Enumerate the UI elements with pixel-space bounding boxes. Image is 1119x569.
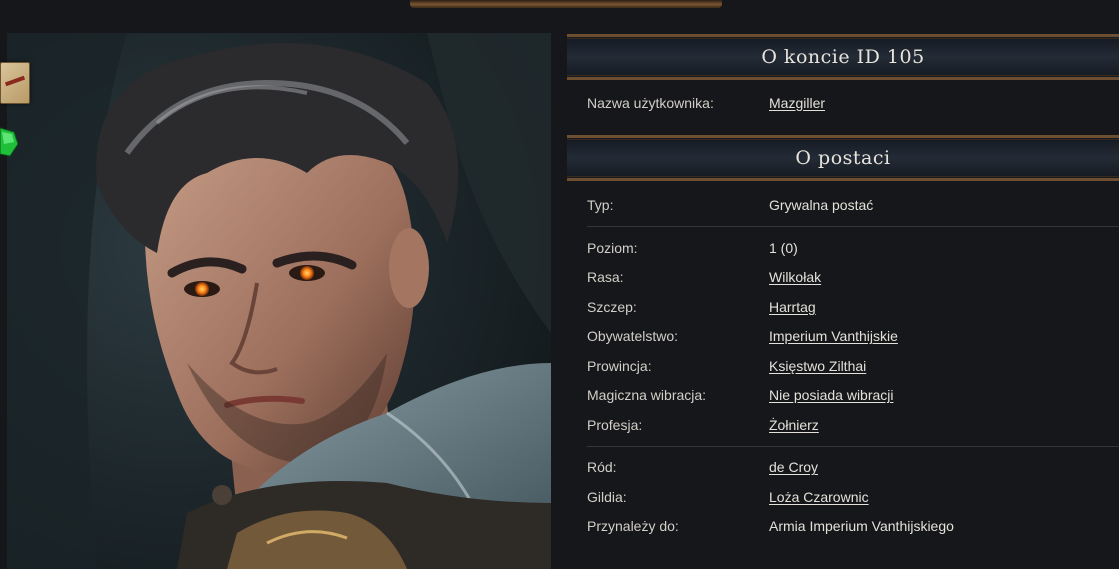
tribe-link[interactable]: Harrtag [769, 299, 816, 315]
province-link[interactable]: Księstwo Zilthai [769, 358, 866, 374]
level-value: 1 (0) [769, 239, 798, 256]
citizenship-row: Obywatelstwo: Imperium Vanthijskie [587, 322, 1119, 352]
username-row: Nazwa użytkownika: Mazgiller [587, 88, 1119, 118]
character-rows: Typ: Grywalna postać Poziom: 1 (0) Rasa:… [567, 181, 1119, 542]
race-row: Rasa: Wilkołak [587, 263, 1119, 293]
tribe-label: Szczep: [587, 298, 637, 315]
green-gem-icon[interactable] [0, 124, 18, 160]
guild-row: Gildia: Loża Czarownic [587, 482, 1119, 512]
magic-vibration-link[interactable]: Nie posiada wibracji [769, 387, 894, 403]
top-decorative-bar [410, 0, 722, 8]
account-section-title: O koncie ID 105 [761, 46, 925, 68]
belongs-to-label: Przynależy do: [587, 518, 679, 535]
guild-link[interactable]: Loża Czarownic [769, 489, 869, 505]
magic-vibration-label: Magiczna wibracja: [587, 387, 707, 404]
province-label: Prowincja: [587, 357, 652, 374]
house-link[interactable]: de Croy [769, 459, 818, 475]
profession-link[interactable]: Żołnierz [769, 417, 819, 433]
house-row: Ród: de Croy [587, 453, 1119, 483]
character-section-title: O postaci [795, 146, 891, 169]
profession-label: Profesja: [587, 416, 643, 433]
race-label: Rasa: [587, 269, 624, 286]
type-label: Typ: [587, 197, 614, 214]
divider [587, 445, 1119, 447]
scroll-icon[interactable] [0, 62, 30, 104]
house-label: Ród: [587, 459, 617, 476]
province-row: Prowincja: Księstwo Zilthai [587, 351, 1119, 381]
magic-vibration-row: Magiczna wibracja: Nie posiada wibracji [587, 381, 1119, 411]
belongs-to-row: Przynależy do: Armia Imperium Vanthijski… [587, 512, 1119, 542]
level-row: Poziom: 1 (0) [587, 233, 1119, 263]
divider [587, 226, 1119, 227]
tribe-row: Szczep: Harrtag [587, 292, 1119, 322]
character-portrait [7, 33, 551, 569]
account-rows: Nazwa użytkownika: Mazgiller [567, 80, 1119, 127]
level-label: Poziom: [587, 239, 638, 256]
profile-info-panel: O koncie ID 105 Nazwa użytkownika: Mazgi… [567, 34, 1119, 541]
guild-label: Gildia: [587, 488, 627, 505]
profession-row: Profesja: Żołnierz [587, 410, 1119, 440]
account-section-header: O koncie ID 105 [567, 34, 1119, 80]
username-link[interactable]: Mazgiller [769, 95, 825, 111]
scroll-ribbon [4, 75, 26, 87]
character-section-header: O postaci [567, 134, 1119, 181]
username-label: Nazwa użytkownika: [587, 94, 714, 111]
belongs-to-value: Armia Imperium Vanthijskiego [769, 518, 954, 535]
type-value: Grywalna postać [769, 197, 874, 214]
citizenship-link[interactable]: Imperium Vanthijskie [769, 328, 898, 344]
citizenship-label: Obywatelstwo: [587, 328, 679, 345]
type-row: Typ: Grywalna postać [587, 191, 1119, 221]
race-link[interactable]: Wilkołak [769, 269, 821, 285]
